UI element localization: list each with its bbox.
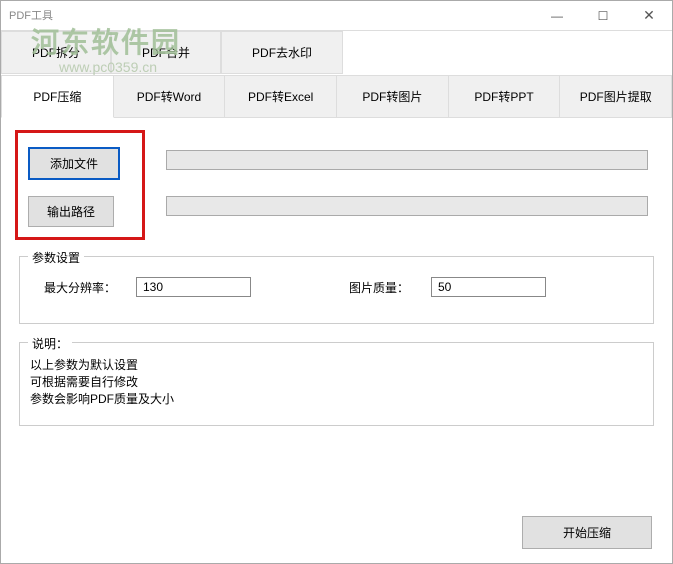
tab-pdf-split[interactable]: PDF拆分: [1, 31, 111, 74]
param-row: 最大分辨率： 图片质量：: [34, 277, 639, 297]
max-resolution-input[interactable]: [136, 277, 251, 297]
add-file-button[interactable]: 添加文件: [28, 147, 120, 180]
max-resolution-label: 最大分辨率：: [44, 279, 124, 296]
params-legend: 参数设置: [28, 249, 84, 266]
description-fieldset: 说明： 以上参数为默认设置 可根据需要自行修改 参数会影响PDF质量及大小: [19, 342, 654, 426]
tab-pdf-to-image[interactable]: PDF转图片: [337, 75, 449, 118]
tabs-bottom: PDF压缩 PDF转Word PDF转Excel PDF转图片 PDF转PPT …: [1, 75, 672, 118]
tabs-top: PDF拆分 PDF合并 PDF去水印: [1, 31, 672, 75]
description-line2: 可根据需要自行修改: [30, 374, 643, 391]
tab-pdf-to-ppt[interactable]: PDF转PPT: [449, 75, 561, 118]
description-line3: 参数会影响PDF质量及大小: [30, 391, 643, 408]
tab-pdf-extract-image[interactable]: PDF图片提取: [560, 75, 672, 118]
tab-pdf-to-excel[interactable]: PDF转Excel: [225, 75, 337, 118]
description-legend: 说明：: [28, 335, 72, 352]
minimize-button[interactable]: —: [534, 1, 580, 30]
start-compress-button[interactable]: 开始压缩: [522, 516, 652, 549]
image-quality-input[interactable]: [431, 277, 546, 297]
output-path-button[interactable]: 输出路径: [28, 196, 114, 227]
param-max-resolution: 最大分辨率：: [34, 277, 251, 297]
maximize-button[interactable]: ☐: [580, 1, 626, 30]
file-buttons-highlight: 添加文件 输出路径: [15, 130, 145, 240]
param-image-quality: 图片质量：: [339, 277, 546, 297]
tab-pdf-remove-watermark[interactable]: PDF去水印: [221, 31, 343, 74]
title-bar: PDF工具 — ☐ ✕: [1, 1, 672, 31]
window-title: PDF工具: [1, 1, 534, 30]
tab-pdf-compress[interactable]: PDF压缩: [1, 75, 114, 118]
tab-pdf-to-word[interactable]: PDF转Word: [114, 75, 226, 118]
output-file-path[interactable]: [166, 196, 648, 216]
content-pane: 添加文件 输出路径 参数设置 最大分辨率： 图片质量： 说明： 以上参数为默认设…: [1, 118, 672, 444]
description-line1: 以上参数为默认设置: [30, 357, 643, 374]
params-fieldset: 参数设置 最大分辨率： 图片质量：: [19, 256, 654, 324]
image-quality-label: 图片质量：: [349, 279, 419, 296]
close-button[interactable]: ✕: [626, 1, 672, 30]
tab-pdf-merge[interactable]: PDF合并: [111, 31, 221, 74]
input-file-path[interactable]: [166, 150, 648, 170]
